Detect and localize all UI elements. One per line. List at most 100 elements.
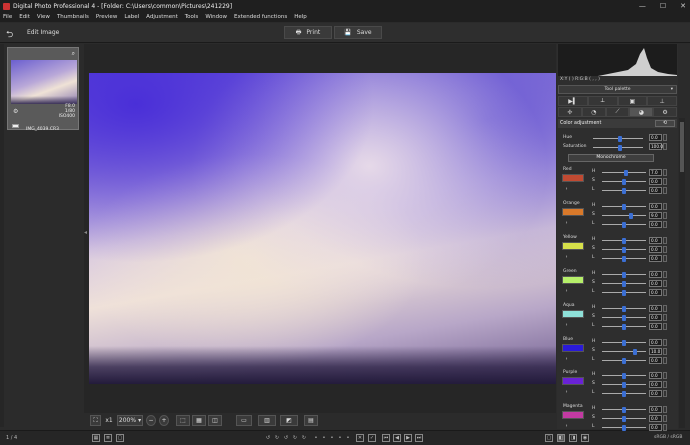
menu-preview[interactable]: Preview	[96, 14, 117, 20]
aqua-l-slider[interactable]	[602, 323, 646, 330]
purple-s-value[interactable]: 0.0	[649, 381, 662, 388]
tab-settings-icon[interactable]: ⚙	[653, 107, 677, 117]
rotate-left-icon[interactable]: ↺	[264, 434, 272, 442]
prev-image-icon[interactable]: ◀	[393, 434, 401, 442]
green-s-spinner[interactable]	[663, 280, 667, 287]
rotate-left-2-icon[interactable]: ↺	[282, 434, 290, 442]
orange-l-spinner[interactable]	[663, 221, 667, 228]
red-h-slider[interactable]	[602, 169, 646, 176]
highlight-warning-icon[interactable]: ▥	[258, 415, 276, 426]
blue-s-spinner[interactable]	[663, 348, 667, 355]
rating-1-icon[interactable]: •	[312, 434, 320, 442]
tool-palette-select[interactable]: Tool palette ▾	[558, 85, 677, 94]
red-l-spinner[interactable]	[663, 187, 667, 194]
crop-tool-icon[interactable]: ⬚	[176, 415, 190, 426]
aqua-h-slider[interactable]	[602, 305, 646, 312]
palette-scroll-thumb[interactable]	[680, 122, 684, 172]
green-l-spinner[interactable]	[663, 289, 667, 296]
red-h-spinner[interactable]	[663, 169, 667, 176]
zoom-out-icon[interactable]: −	[146, 415, 156, 426]
blue-h-spinner[interactable]	[663, 339, 667, 346]
zoom-icon[interactable]: ⌕	[72, 50, 75, 58]
last-image-icon[interactable]: ⏭	[415, 434, 423, 442]
orange-l-value[interactable]: 0.0	[649, 221, 662, 228]
histogram-display-icon[interactable]: ◩	[280, 415, 298, 426]
purple-l-spinner[interactable]	[663, 390, 667, 397]
red-l-slider[interactable]	[602, 187, 646, 194]
rating-3-icon[interactable]: •	[328, 434, 336, 442]
red-s-slider[interactable]	[602, 178, 646, 185]
yellow-h-value[interactable]: 0.0	[649, 237, 662, 244]
orange-h-spinner[interactable]	[663, 203, 667, 210]
menu-thumbnails[interactable]: Thumbnails	[57, 14, 89, 20]
green-h-value[interactable]: 0.0	[649, 271, 662, 278]
zoom-select[interactable]: 200% ▾	[117, 415, 143, 426]
tab-image-icon[interactable]: ▣	[617, 96, 648, 106]
green-l-slider[interactable]	[602, 289, 646, 296]
magenta-h-value[interactable]: 0.0	[649, 406, 662, 413]
magenta-h-spinner[interactable]	[663, 406, 667, 413]
aqua-s-slider[interactable]	[602, 314, 646, 321]
menu-adjustment[interactable]: Adjustment	[146, 14, 178, 20]
tab-crop-icon[interactable]: ⟂	[587, 96, 618, 106]
aqua-h-spinner[interactable]	[663, 305, 667, 312]
edited-photo[interactable]	[89, 73, 556, 384]
close-button[interactable]: ✕	[680, 2, 686, 10]
purple-s-slider[interactable]	[602, 381, 646, 388]
menu-help[interactable]: Help	[294, 14, 307, 20]
orange-s-spinner[interactable]	[663, 212, 667, 219]
menu-view[interactable]: View	[37, 14, 50, 20]
aqua-h-value[interactable]: 0.0	[649, 305, 662, 312]
maximize-button[interactable]: ☐	[660, 2, 666, 10]
hue-value[interactable]: 0.0	[649, 134, 662, 141]
purple-l-slider[interactable]	[602, 390, 646, 397]
rating-2-icon[interactable]: •	[320, 434, 328, 442]
next-image-icon[interactable]: ▶	[404, 434, 412, 442]
orange-l-slider[interactable]	[602, 221, 646, 228]
aqua-s-spinner[interactable]	[663, 314, 667, 321]
tab-tone-icon[interactable]: ✢	[558, 107, 582, 117]
red-s-spinner[interactable]	[663, 178, 667, 185]
tab-detail-icon[interactable]: ◔	[581, 107, 606, 117]
green-eyedropper-icon[interactable]: ⟊	[566, 288, 567, 294]
tab-lens-icon[interactable]: ⊥	[647, 96, 677, 106]
first-image-icon[interactable]: ⏮	[382, 434, 390, 442]
view-grid-icon[interactable]: ▦	[92, 434, 100, 442]
yellow-s-slider[interactable]	[602, 246, 646, 253]
compare-tool-icon[interactable]: ◫	[208, 415, 222, 426]
eyedropper-reset-icon[interactable]: ⟲	[655, 120, 675, 127]
menu-extended[interactable]: Extended functions	[234, 14, 287, 20]
tab-curve-icon[interactable]: ⟋	[605, 107, 630, 117]
zoom-in-icon[interactable]: +	[159, 415, 169, 426]
save-button[interactable]: 💾 Save	[334, 26, 382, 39]
blue-s-value[interactable]: 10.0	[649, 348, 662, 355]
orange-h-value[interactable]: 0.0	[649, 203, 662, 210]
yellow-h-spinner[interactable]	[663, 237, 667, 244]
saturation-slider[interactable]	[593, 144, 643, 151]
magenta-s-slider[interactable]	[602, 415, 646, 422]
green-s-value[interactable]: 0.0	[649, 280, 662, 287]
purple-s-spinner[interactable]	[663, 381, 667, 388]
orange-s-slider[interactable]	[602, 212, 646, 219]
menu-edit[interactable]: Edit	[19, 14, 30, 20]
purple-l-value[interactable]: 0.0	[649, 390, 662, 397]
blue-h-slider[interactable]	[602, 339, 646, 346]
magenta-l-slider[interactable]	[602, 424, 646, 431]
magenta-s-value[interactable]: 0.0	[649, 415, 662, 422]
magenta-h-slider[interactable]	[602, 406, 646, 413]
menu-tools[interactable]: Tools	[185, 14, 199, 20]
rotate-right-icon[interactable]: ↻	[273, 434, 281, 442]
hue-slider[interactable]	[593, 135, 643, 142]
check-mark-icon[interactable]: ✓	[368, 434, 376, 442]
reject-icon[interactable]: ✕	[356, 434, 364, 442]
yellow-l-value[interactable]: 0.0	[649, 255, 662, 262]
view-single-icon[interactable]: ▢	[116, 434, 124, 442]
yellow-h-slider[interactable]	[602, 237, 646, 244]
green-l-value[interactable]: 0.0	[649, 289, 662, 296]
panel-collapse-left-icon[interactable]: ◂	[84, 229, 87, 236]
menu-window[interactable]: Window	[205, 14, 227, 20]
zoom-x1-button[interactable]: x1	[103, 415, 115, 426]
af-point-icon[interactable]: ▭	[236, 415, 252, 426]
red-s-value[interactable]: 0.0	[649, 178, 662, 185]
magenta-l-spinner[interactable]	[663, 424, 667, 431]
